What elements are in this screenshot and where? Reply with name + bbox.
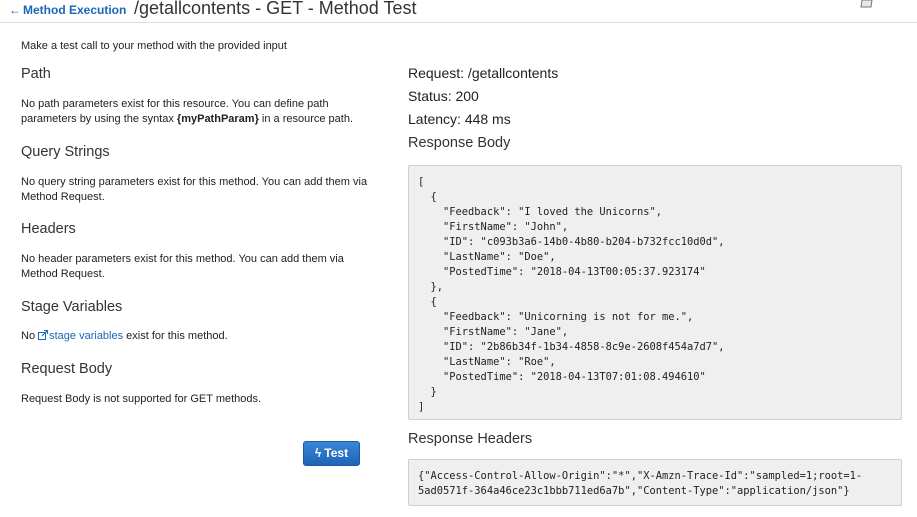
stage-variables-description: No stage variables exist for this method… [21, 329, 371, 344]
lightning-icon: ϟ [314, 446, 322, 460]
response-body-heading: Response Body [408, 135, 511, 151]
test-button[interactable]: ϟ Test [303, 441, 360, 466]
response-headers-box[interactable]: {"Access-Control-Allow-Origin":"*","X-Am… [408, 459, 902, 506]
stage-variables-text-before: No [21, 330, 39, 342]
page-title: /getallcontents - GET - Method Test [134, 0, 417, 18]
stage-variables-link[interactable]: stage variables [38, 330, 123, 342]
response-status: Status: 200 [408, 88, 479, 104]
query-strings-description: No query string parameters exist for thi… [21, 176, 368, 203]
back-link-label: Method Execution [23, 3, 127, 17]
headers-heading: Headers [21, 221, 76, 237]
request-path: Request: /getallcontents [408, 65, 559, 81]
stage-variables-text-after: exist for this method. [123, 330, 228, 342]
path-description: No path parameters exist for this resour… [21, 97, 371, 127]
document-icon[interactable] [860, 0, 874, 8]
arrow-left-icon: ← [9, 3, 21, 17]
intro-text: Make a test call to your method with the… [21, 40, 287, 52]
stage-variables-heading: Stage Variables [21, 299, 123, 315]
test-button-label: Test [324, 446, 349, 460]
request-body-description: Request Body is not supported for GET me… [21, 393, 262, 405]
response-headers-content: {"Access-Control-Allow-Origin":"*","X-Am… [418, 470, 863, 497]
request-body-heading: Request Body [21, 361, 113, 377]
response-body-box[interactable]: [ { "Feedback": "I loved the Unicorns", … [408, 165, 902, 420]
response-headers-heading: Response Headers [408, 431, 533, 447]
top-bar: ← Method Execution /getallcontents - GET … [0, 0, 917, 23]
path-heading: Path [21, 66, 51, 82]
query-strings-heading: Query Strings [21, 144, 110, 160]
path-param-syntax: {myPathParam} [176, 113, 259, 125]
path-text-after: in a resource path. [258, 113, 354, 125]
stage-variables-link-label: stage variables [49, 330, 124, 342]
response-body-content: [ { "Feedback": "I loved the Unicorns", … [418, 176, 725, 413]
headers-description: No header parameters exist for this meth… [21, 253, 344, 280]
method-execution-back-link[interactable]: ← Method Execution [9, 3, 126, 17]
external-link-icon [38, 330, 49, 340]
response-latency: Latency: 448 ms [408, 111, 511, 127]
